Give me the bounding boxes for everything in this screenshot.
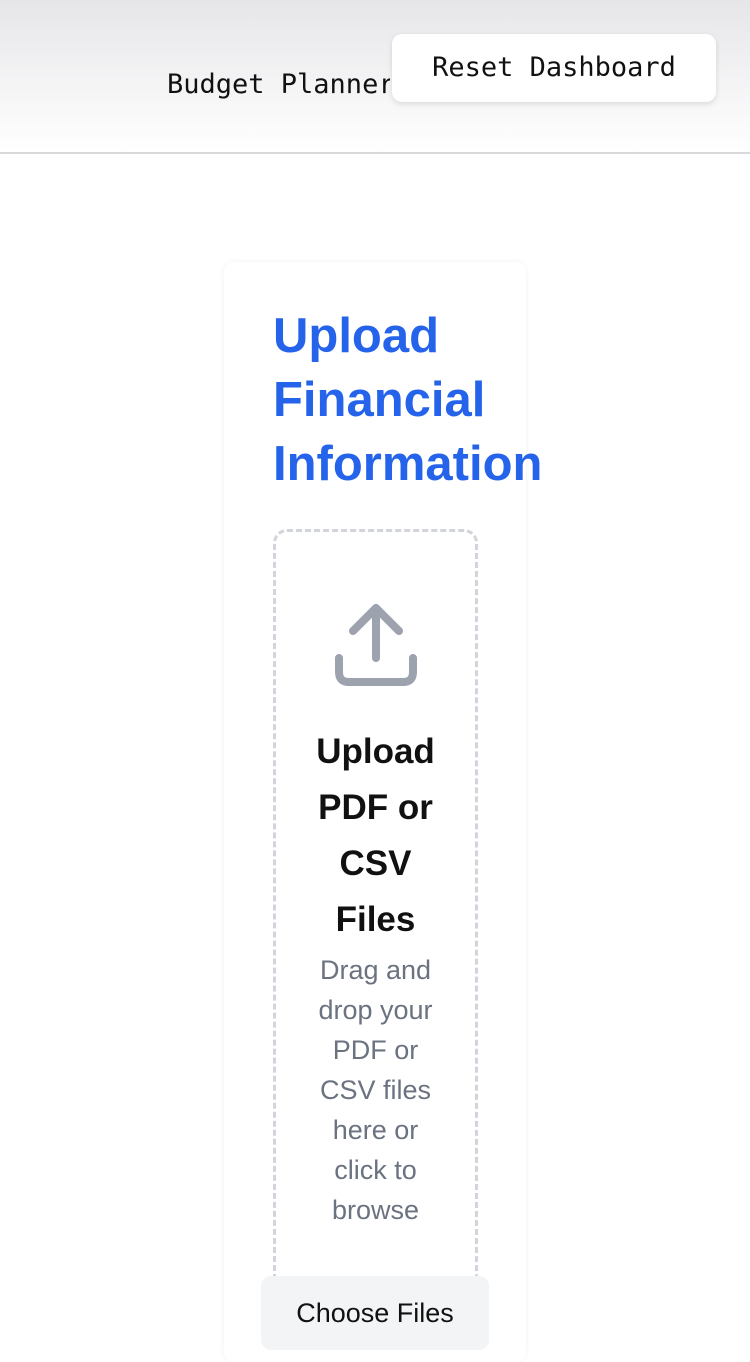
dropzone-instructions: Drag and drop your PDF or CSV files here… <box>318 955 433 1225</box>
choose-files-button[interactable]: Choose Files <box>261 1276 489 1350</box>
reset-dashboard-button[interactable]: Reset Dashboard <box>392 34 716 102</box>
app-header: Budget Planner Reset Dashboard <box>0 0 750 154</box>
upload-card-title: Upload Financial Information <box>273 309 543 491</box>
upload-icon <box>333 600 419 690</box>
dropzone-title: Upload PDF or CSV Files <box>316 732 435 939</box>
app-title: Budget Planner <box>167 69 390 100</box>
